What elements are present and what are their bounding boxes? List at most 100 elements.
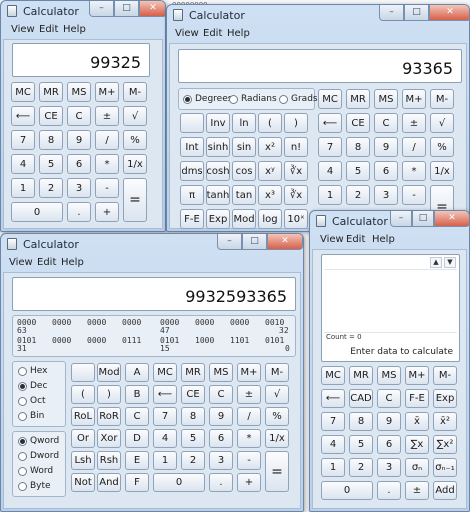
menu-help[interactable]: Help — [372, 234, 395, 245]
key-b[interactable]: B — [125, 385, 149, 404]
key-stdev[interactable]: σₙ — [405, 458, 429, 477]
key-and[interactable]: And — [97, 473, 121, 492]
key-sum-sq[interactable]: ∑x² — [433, 435, 457, 454]
key-7[interactable]: 7 — [11, 130, 35, 150]
title-bar[interactable]: Calculator – □ ✕ — [167, 5, 469, 27]
key-7[interactable]: 7 — [153, 407, 177, 426]
key-mr[interactable]: MR — [349, 366, 373, 385]
key-5[interactable]: 5 — [349, 435, 373, 454]
radio-degrees[interactable]: Degrees — [183, 94, 232, 104]
radio-qword[interactable]: Qword — [18, 436, 59, 446]
key-percent[interactable]: % — [430, 137, 454, 157]
key-c[interactable]: C — [209, 385, 233, 404]
close-button[interactable]: ✕ — [429, 5, 469, 21]
key-not[interactable]: Not — [71, 473, 95, 492]
key-divide[interactable]: / — [237, 407, 261, 426]
key-open-paren[interactable]: ( — [71, 385, 95, 404]
key-subtract[interactable]: - — [402, 185, 426, 205]
key-or[interactable]: Or — [71, 429, 95, 448]
key-8[interactable]: 8 — [349, 412, 373, 431]
key-cos[interactable]: cos — [232, 161, 256, 181]
key-mr[interactable]: MR — [346, 89, 370, 109]
key-add[interactable]: + — [237, 473, 261, 492]
key-subtract[interactable]: - — [95, 178, 119, 198]
minimize-button[interactable]: – — [379, 5, 404, 21]
radio-bin[interactable]: Bin — [18, 411, 44, 421]
key-mod[interactable]: Mod — [232, 209, 256, 229]
radio-grads[interactable]: Grads — [279, 94, 318, 104]
close-button[interactable]: ✕ — [267, 234, 303, 250]
maximize-button[interactable]: □ — [404, 5, 429, 21]
key-1[interactable]: 1 — [318, 185, 342, 205]
key-sum[interactable]: ∑x — [405, 435, 429, 454]
key-reciprocal[interactable]: 1/x — [265, 429, 289, 448]
key-tan[interactable]: tan — [232, 185, 256, 205]
key-xor[interactable]: Xor — [97, 429, 121, 448]
key-ms[interactable]: MS — [67, 82, 91, 102]
key-backspace[interactable]: ⟵ — [153, 385, 177, 404]
key-ms[interactable]: MS — [209, 363, 233, 382]
key-c[interactable]: C — [67, 106, 91, 126]
key-1[interactable]: 1 — [321, 458, 345, 477]
menu-help[interactable]: Help — [227, 28, 250, 39]
key-percent[interactable]: % — [265, 407, 289, 426]
key-backspace[interactable]: ⟵ — [321, 389, 345, 408]
key-power[interactable]: xʸ — [258, 161, 282, 181]
radio-byte[interactable]: Byte — [18, 481, 51, 491]
key-equals[interactable]: = — [265, 451, 289, 492]
key-tanh[interactable]: tanh — [206, 185, 230, 205]
key-sin[interactable]: sin — [232, 137, 256, 157]
key-reciprocal[interactable]: 1/x — [430, 161, 454, 181]
key-root[interactable]: ∛x — [284, 185, 308, 205]
key-0[interactable]: 0 — [11, 202, 63, 222]
minimize-button[interactable]: – — [217, 234, 242, 250]
key-mc[interactable]: MC — [318, 89, 342, 109]
key-mc[interactable]: MC — [11, 82, 35, 102]
radio-radians[interactable]: Radians — [229, 94, 277, 104]
key-8[interactable]: 8 — [181, 407, 205, 426]
maximize-button[interactable]: □ — [114, 1, 139, 17]
key-6[interactable]: 6 — [209, 429, 233, 448]
key-reciprocal[interactable]: 1/x — [123, 154, 147, 174]
key-divide[interactable]: / — [95, 130, 119, 150]
close-button[interactable]: ✕ — [434, 211, 469, 227]
key-2[interactable]: 2 — [181, 451, 205, 470]
menu-view[interactable]: View — [320, 234, 344, 245]
key-3[interactable]: 3 — [374, 185, 398, 205]
key-a[interactable]: A — [125, 363, 149, 382]
key-open-paren[interactable]: ( — [258, 113, 282, 133]
key-c[interactable]: C — [374, 113, 398, 133]
key-e[interactable]: E — [125, 451, 149, 470]
key-pi[interactable]: π — [180, 185, 204, 205]
key-negate[interactable]: ± — [237, 385, 261, 404]
maximize-button[interactable]: □ — [242, 234, 267, 250]
radio-dec[interactable]: Dec — [18, 381, 47, 391]
key-equals[interactable]: = — [123, 178, 147, 222]
key-multiply[interactable]: * — [95, 154, 119, 174]
key-multiply[interactable]: * — [402, 161, 426, 181]
key-decimal[interactable]: . — [209, 473, 233, 492]
key-2[interactable]: 2 — [39, 178, 63, 198]
key-log[interactable]: log — [258, 209, 282, 229]
key-subtract[interactable]: - — [237, 451, 261, 470]
menu-help[interactable]: Help — [61, 257, 84, 268]
key-close-paren[interactable]: ) — [97, 385, 121, 404]
key-2[interactable]: 2 — [349, 458, 373, 477]
key-mean[interactable]: x̄ — [405, 412, 429, 431]
key-int[interactable]: Int — [180, 137, 204, 157]
key-f-e[interactable]: F-E — [180, 209, 204, 229]
key-mod[interactable]: Mod — [97, 363, 121, 382]
key-negate[interactable]: ± — [95, 106, 119, 126]
key-1[interactable]: 1 — [153, 451, 177, 470]
key-exp[interactable]: Exp — [206, 209, 230, 229]
key-3[interactable]: 3 — [377, 458, 401, 477]
key-decimal[interactable]: . — [67, 202, 91, 222]
key-sqrt[interactable]: √ — [123, 106, 147, 126]
key-lsh[interactable]: Lsh — [71, 451, 95, 470]
key-root[interactable]: ∛x — [284, 161, 308, 181]
key-5[interactable]: 5 — [39, 154, 63, 174]
scroll-down-icon[interactable]: ▼ — [444, 257, 456, 268]
menu-help[interactable]: Help — [63, 24, 86, 35]
key-f-e[interactable]: F-E — [405, 389, 429, 408]
key-5[interactable]: 5 — [181, 429, 205, 448]
